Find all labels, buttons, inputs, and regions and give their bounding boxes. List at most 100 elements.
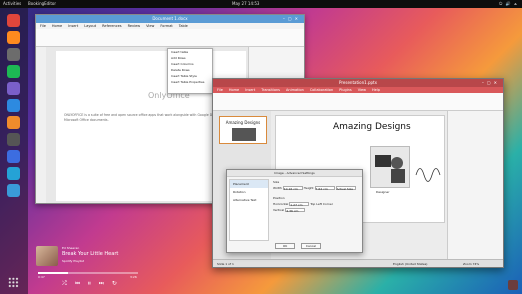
writer-tab-view[interactable]: View — [146, 24, 154, 28]
writer-tab-references[interactable]: References — [102, 24, 121, 28]
impress-tab-transitions[interactable]: Transitions — [261, 88, 280, 92]
actual-size-button[interactable]: Actual Size — [335, 186, 356, 191]
impress-tab-plugins[interactable]: Plugins — [339, 88, 352, 92]
width-value: 10.16 cm — [283, 187, 298, 191]
window-controls[interactable]: –▢✕ — [283, 15, 301, 23]
writer-tab-insert[interactable]: Insert — [68, 24, 78, 28]
app-menu[interactable]: BookingEditor — [28, 0, 56, 8]
writer-tab-layout[interactable]: Layout — [84, 24, 96, 28]
window-title: Document 1.docx — [152, 16, 188, 21]
vertical-field[interactable]: 4.36 cm — [285, 208, 306, 213]
nav-placement[interactable]: Placement — [230, 180, 268, 188]
height-field[interactable]: 7.62 cm — [314, 186, 335, 191]
progress-fill — [38, 272, 68, 274]
corner-app-icon[interactable] — [508, 280, 518, 290]
writer-tab-table[interactable]: Table — [179, 24, 188, 28]
height-value: 7.62 cm — [315, 187, 328, 191]
slide-photo[interactable] — [370, 146, 410, 188]
vertical-label: Vertical — [273, 208, 285, 212]
shuffle-icon[interactable]: ⤮ — [62, 280, 75, 287]
activities-button[interactable]: Activities — [3, 0, 21, 8]
impress-tab-insert[interactable]: Insert — [245, 88, 255, 92]
dock — [0, 8, 28, 294]
music-icon[interactable] — [7, 167, 20, 180]
impress-tab-file[interactable]: File — [217, 88, 223, 92]
progress-bar[interactable] — [38, 272, 138, 274]
dropdown-item[interactable]: Insert Table Properties — [168, 79, 212, 85]
dialog-nav: Placement Rotation Alternative Text — [229, 179, 269, 241]
height-label: Height — [303, 186, 314, 190]
wave-decoration — [414, 160, 444, 192]
from-label: Top Left Corner — [310, 202, 333, 206]
duration-time: 3:26 — [130, 275, 137, 279]
album-cover — [36, 246, 58, 266]
layers-icon[interactable] — [7, 150, 20, 163]
thumbnail-image — [232, 128, 256, 141]
photo-graphic — [375, 155, 405, 183]
image-settings-panel[interactable] — [447, 111, 503, 261]
nav-alt-text[interactable]: Alternative Text — [230, 196, 268, 204]
document-editor-title-bar: Document 1.docx –▢✕ — [36, 15, 304, 23]
writer-tab-review[interactable]: Review — [128, 24, 141, 28]
vertical-toolbar[interactable] — [36, 47, 46, 203]
ok-button[interactable]: OK — [275, 243, 295, 249]
pause-icon[interactable]: ⏸ — [88, 280, 99, 287]
top-bar: Activities BookingEditor May 27 14:53 ⏻ … — [0, 0, 522, 8]
actual-size-label: Actual Size — [336, 187, 354, 191]
elapsed-time: 0:47 — [38, 275, 45, 279]
player-controls[interactable]: ⤮⏮⏸⏭↻ — [62, 280, 125, 288]
next-icon[interactable]: ⏭ — [99, 280, 112, 287]
impress-tab-view[interactable]: View — [358, 88, 366, 92]
zoom-status[interactable]: Zoom 74% — [463, 260, 479, 267]
trash-icon[interactable] — [7, 133, 20, 146]
slide-thumbnail[interactable]: Amazing Designs — [219, 116, 267, 144]
presentation-title-bar: Presentation1.pptx –▢✕ — [213, 79, 503, 87]
globe-icon[interactable] — [7, 184, 20, 197]
dialog-body: Size Width 10.16 cm Height 7.62 cm Actua… — [273, 180, 361, 240]
slide-title[interactable]: Amazing Designs — [333, 122, 411, 132]
language-status[interactable]: English (United States) — [393, 260, 427, 267]
artist-name: Ed Sheeran — [62, 246, 80, 250]
horizontal-value: 1.27 cm — [290, 203, 303, 207]
width-field[interactable]: 10.16 cm — [282, 186, 303, 191]
album-name: Spotify Playlist — [62, 259, 85, 263]
impress-tab-home[interactable]: Home — [229, 88, 239, 92]
doc-text: ONLYOFFICE is a suite of free and open s… — [64, 113, 226, 122]
horizontal-field[interactable]: 1.27 cm — [289, 202, 310, 207]
previous-icon[interactable]: ⏮ — [75, 280, 88, 287]
size-label: Size — [273, 180, 280, 184]
slide-caption: Designer — [376, 190, 390, 194]
document-editor-toolbar[interactable] — [36, 29, 304, 47]
cancel-button[interactable]: Cancel — [301, 243, 321, 249]
vertical-value: 4.36 cm — [286, 209, 299, 213]
repeat-icon[interactable]: ↻ — [112, 280, 125, 287]
presentation-window-controls[interactable]: –▢✕ — [482, 79, 500, 87]
settings-icon[interactable] — [7, 82, 20, 95]
dialog-title: Image - Advanced Settings — [227, 170, 362, 177]
writer-tab-file[interactable]: File — [40, 24, 46, 28]
impress-tab-animation[interactable]: Animation — [286, 88, 304, 92]
image-advanced-settings-dialog: Image - Advanced Settings Placement Rota… — [226, 169, 363, 253]
system-tray[interactable]: ⏻ 🔊 ⏶ — [499, 0, 518, 8]
bookmark-icon[interactable] — [7, 99, 20, 112]
software-icon[interactable] — [7, 116, 20, 129]
firefox-icon[interactable] — [7, 31, 20, 44]
writer-tab-format[interactable]: Format — [160, 24, 172, 28]
chrome-icon[interactable] — [7, 14, 20, 27]
status-bar: Slide 1 of 1 English (United States) Zoo… — [213, 259, 503, 267]
presentation-editor-window: Presentation1.pptx –▢✕ File Home Insert Tra… — [212, 78, 504, 268]
track-title: Break Your Little Heart — [62, 251, 119, 257]
horizontal-label: Horizontal — [273, 202, 289, 206]
spotify-icon[interactable] — [7, 65, 20, 78]
width-label: Width — [273, 186, 282, 190]
clock[interactable]: May 27 14:53 — [232, 0, 259, 8]
show-apps-icon[interactable] — [8, 277, 19, 288]
writer-tab-home[interactable]: Home — [52, 24, 62, 28]
presentation-toolbar[interactable] — [213, 93, 503, 111]
impress-tab-help[interactable]: Help — [372, 88, 380, 92]
files-icon[interactable] — [7, 48, 20, 61]
table-dropdown-menu: Insert table Add Rows Insert Columns Delete… — [167, 48, 213, 94]
nav-rotation[interactable]: Rotation — [230, 188, 268, 196]
impress-tab-collaboration[interactable]: Collaboration — [310, 88, 333, 92]
slide-counter: Slide 1 of 1 — [217, 262, 234, 266]
